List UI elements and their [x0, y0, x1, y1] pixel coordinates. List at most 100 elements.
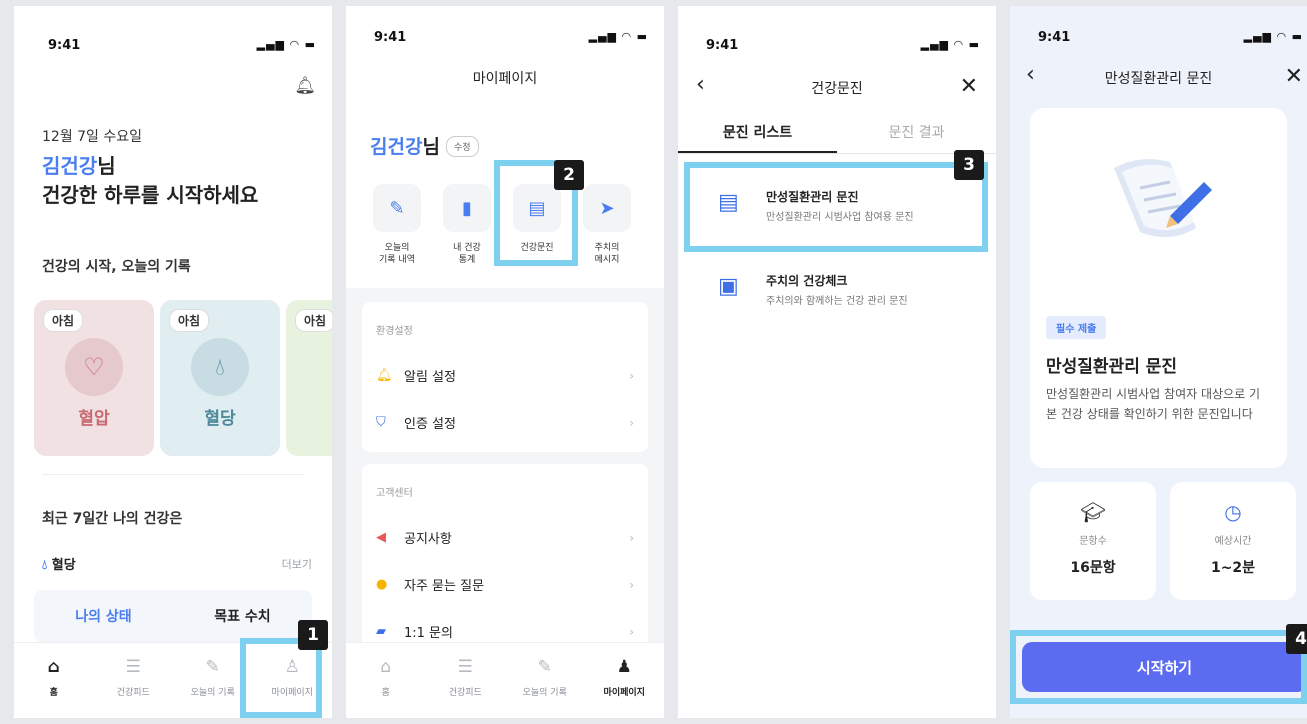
row-notification-settings[interactable]: 🔔︎ 알림 설정 ›: [362, 352, 648, 399]
nav-label: 마이페이지: [271, 688, 313, 698]
row-label: 알림 설정: [404, 370, 456, 385]
tab-target-value[interactable]: 목표 수치: [173, 606, 312, 626]
status-bar: 9:41 ▂▄▆ ◠ ▬: [678, 30, 996, 53]
nav-label: 오늘의 기록: [190, 688, 235, 698]
row-auth-settings[interactable]: ⛉ 인증 설정 ›: [362, 399, 648, 446]
menu-health-survey[interactable]: ▤ 건강문진: [512, 184, 562, 254]
nav-mypage[interactable]: ♟ 마이페이지: [585, 643, 665, 718]
support-heading: 고객센터: [376, 488, 413, 499]
nav-record[interactable]: ✎ 오늘의 기록: [173, 643, 253, 718]
pencil-icon: ✎: [537, 657, 552, 677]
droplet-icon: 💧︎: [191, 338, 249, 396]
feed-icon: ☰: [457, 657, 473, 677]
estimated-time-card: ◷ 예상시간 1~2분: [1170, 482, 1296, 600]
survey-subtitle: 주치의와 함께하는 건강 관리 문진: [766, 296, 908, 307]
user-name: 김건강: [42, 154, 98, 178]
nav-feed[interactable]: ☰ 건강피드: [94, 643, 174, 718]
survey-item-chronic[interactable]: ▤ 만성질환관리 문진 만성질환관리 시범사업 참여용 문진: [718, 186, 976, 240]
status-bar: 9:41 ▂▄▆ ◠ ▬: [14, 30, 332, 53]
nav-record[interactable]: ✎ 오늘의 기록: [505, 643, 585, 718]
survey-subtitle: 만성질환관리 시범사업 참여용 문진: [766, 212, 914, 223]
chevron-right-icon: ›: [629, 530, 634, 545]
bell-icon[interactable]: 🔔︎: [294, 76, 316, 96]
step-badge: 3: [954, 150, 984, 180]
nav-mypage[interactable]: ♙ 마이페이지: [253, 643, 333, 718]
row-notice[interactable]: ◀ 공지사항 ›: [362, 514, 648, 561]
home-icon: ⌂: [47, 657, 60, 677]
card-tag: 아침: [169, 309, 210, 332]
settings-panel: 환경설정 🔔︎ 알림 설정 › ⛉ 인증 설정 ›: [362, 302, 648, 452]
nav-home[interactable]: ⌂ 홈: [14, 643, 94, 718]
survey-tabs: 문진 리스트 문진 결과: [678, 120, 996, 154]
nav-home[interactable]: ⌂ 홈: [346, 643, 426, 718]
card-tag: 아침: [295, 309, 332, 332]
name-suffix: 님: [422, 136, 440, 158]
chart-icon: ▮: [443, 184, 491, 232]
page-title: 마이페이지: [472, 71, 538, 87]
pencil-icon: ✎: [373, 184, 421, 232]
status-bar: 9:41 ▂▄▆ ◠ ▬: [1010, 30, 1307, 50]
nav-label: 홈: [49, 688, 58, 698]
nav-feed[interactable]: ☰ 건강피드: [426, 643, 506, 718]
tab-survey-result[interactable]: 문진 결과: [837, 120, 996, 153]
greeting: 김건강님 건강한 하루를 시작하세요: [42, 152, 258, 210]
divider: [42, 474, 304, 475]
tab-survey-list[interactable]: 문진 리스트: [678, 120, 837, 153]
close-icon[interactable]: ✕: [960, 74, 978, 99]
nav-label: 오늘의 기록: [522, 688, 567, 698]
menu-label: 내 건강 통계: [453, 243, 481, 265]
shield-icon: ⛉: [376, 415, 386, 430]
glucose-label: 혈당: [51, 558, 76, 573]
clock-icon: ◷: [1224, 500, 1242, 524]
start-button[interactable]: 시작하기: [1022, 642, 1307, 692]
nav-label: 건강피드: [448, 688, 482, 698]
status-time: 9:41: [48, 38, 81, 53]
settings-heading: 환경설정: [376, 326, 413, 337]
user-name: 김건강: [370, 136, 423, 158]
survey-item-doctor-check[interactable]: ▣ 주치의 건강체크 주치의와 함께하는 건강 관리 문진: [718, 270, 976, 324]
record-card-partial[interactable]: 아침: [286, 300, 332, 456]
row-label: 1:1 문의: [404, 626, 453, 641]
record-card-blood-pressure[interactable]: 아침 ♡ 혈압: [34, 300, 154, 456]
survey-info-card: 필수 제출 만성질환관리 문진 만성질환관리 시범사업 참여자 대상으로 기본 …: [1030, 108, 1287, 468]
menu-record-history[interactable]: ✎ 오늘의 기록 내역: [372, 184, 422, 266]
date-label: 12월 7일 수요일: [42, 129, 143, 145]
nav-label: 홈: [381, 688, 390, 698]
heart-icon: ♡: [65, 338, 123, 396]
menu-label: 건강문진: [520, 243, 554, 253]
status-time: 9:41: [706, 38, 739, 53]
step-badge: 1: [298, 620, 328, 650]
row-label: 공지사항: [404, 532, 452, 547]
card-tag: 아침: [43, 309, 84, 332]
close-icon[interactable]: ✕: [1285, 64, 1303, 89]
card-label: 혈당: [204, 409, 236, 429]
step-badge: 2: [554, 160, 584, 190]
person-icon: ♟: [616, 657, 632, 677]
section-recent-title: 최근 7일간 나의 건강은: [42, 511, 183, 527]
record-card-blood-sugar[interactable]: 아침 💧︎ 혈당: [160, 300, 280, 456]
estimated-time-value: 1~2분: [1210, 560, 1256, 576]
status-icons: ▂▄▆ ◠ ▬: [588, 30, 648, 43]
name-suffix: 님: [97, 154, 116, 178]
edit-button[interactable]: 수정: [445, 136, 479, 157]
row-label: 인증 설정: [404, 417, 456, 432]
more-link[interactable]: 더보기: [282, 556, 312, 572]
step-badge: 4: [1286, 624, 1307, 654]
person-icon: ♙: [284, 657, 300, 677]
status-time: 9:41: [1038, 30, 1071, 45]
status-toggle: 나의 상태 목표 수치: [34, 590, 312, 642]
question-count-label: 문항수: [1079, 536, 1107, 547]
row-faq[interactable]: ● 자주 묻는 질문 ›: [362, 561, 648, 608]
greeting-text: 건강한 하루를 시작하세요: [42, 183, 259, 207]
menu-doctor-message[interactable]: ➤ 주치의 메시지: [582, 184, 632, 266]
droplet-icon: 💧︎: [42, 558, 48, 573]
survey-detail-screen: 9:41 ▂▄▆ ◠ ▬ ‹ 만성질환관리 문진 ✕ 필수 제출 만성질환관리 …: [1010, 6, 1307, 718]
survey-icon: ▤: [513, 184, 561, 232]
lightbulb-icon: ●: [376, 577, 388, 592]
home-screen: 9:41 ▂▄▆ ◠ ▬ 🔔︎ 12월 7일 수요일 김건강님 건강한 하루를 …: [14, 6, 332, 718]
tab-my-status[interactable]: 나의 상태: [34, 606, 173, 626]
status-time: 9:41: [374, 30, 407, 45]
menu-health-stats[interactable]: ▮ 내 건강 통계: [442, 184, 492, 266]
bottom-nav: ⌂ 홈 ☰ 건강피드 ✎ 오늘의 기록 ♟ 마이페이지: [346, 642, 664, 718]
chevron-right-icon: ›: [629, 624, 634, 639]
